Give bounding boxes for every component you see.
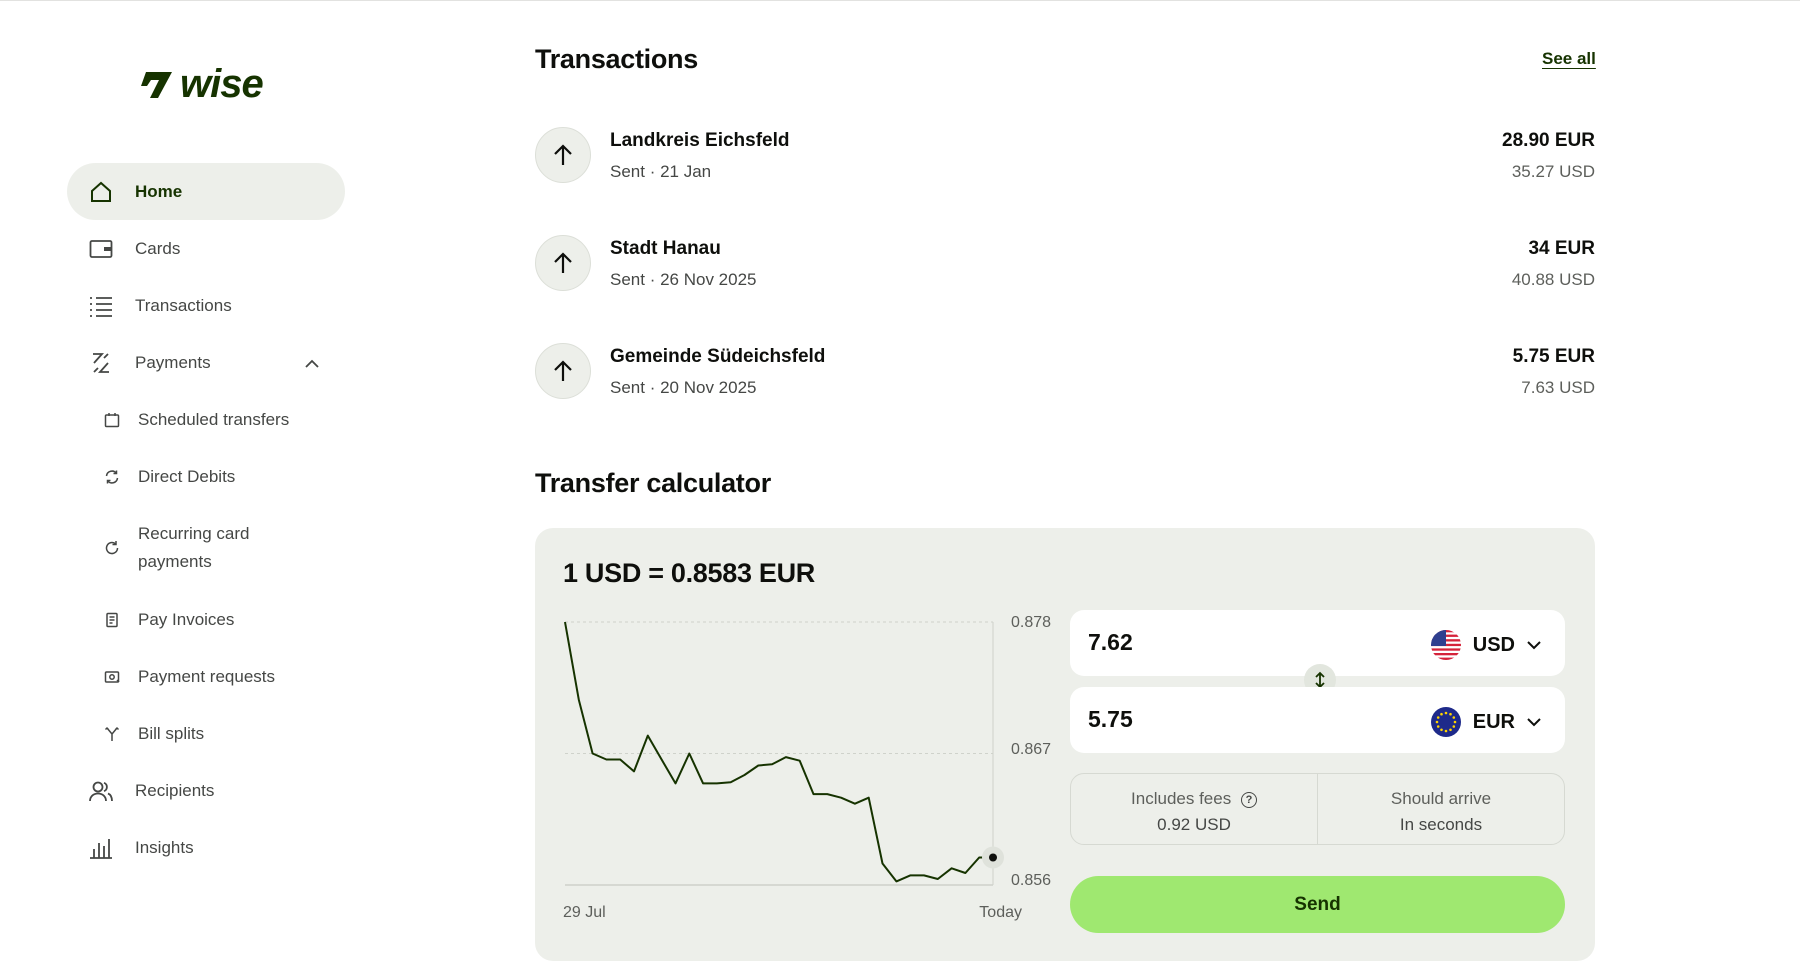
sidebar-item-label: Home — [135, 181, 183, 201]
send-currency-code: USD — [1472, 633, 1515, 656]
arrival-label: Should arrive — [1390, 789, 1492, 808]
transaction-row[interactable]: Landkreis Eichsfeld Sent · 21 Jan 28.90 … — [535, 127, 1595, 235]
fees-info: Includes fees ? 0.92 USD — [1071, 774, 1317, 844]
sidebar-item-label: Transactions — [135, 295, 232, 315]
sidebar-item-insights[interactable]: Insights — [67, 819, 345, 876]
wise-logo[interactable]: wise — [140, 62, 264, 107]
eu-flag-icon — [1430, 707, 1461, 737]
chevron-down-icon — [1527, 717, 1541, 726]
payments-icon — [87, 351, 115, 375]
insights-icon — [87, 837, 115, 859]
card-icon — [87, 239, 115, 259]
sidebar-item-direct-debits[interactable]: Direct Debits — [67, 448, 345, 505]
chart-y-tick: 0.856 — [1011, 872, 1052, 889]
request-icon — [102, 669, 122, 685]
wise-wordmark: wise — [180, 62, 264, 106]
sidebar-item-label: Bill splits — [138, 723, 205, 743]
send-amount-value[interactable]: 7.62 — [1088, 629, 1133, 656]
sidebar-item-home[interactable]: Home — [67, 163, 345, 220]
split-icon — [102, 726, 122, 742]
chart-series-line — [564, 621, 993, 883]
chevron-down-icon — [1527, 640, 1541, 649]
transaction-amount-converted: 35.27 USD — [1511, 162, 1595, 181]
sidebar-item-recipients[interactable]: Recipients — [67, 762, 345, 819]
transaction-amount: 5.75 EUR — [1512, 346, 1595, 367]
sidebar-item-payment-requests[interactable]: Payment requests — [67, 648, 345, 705]
us-flag-icon — [1430, 630, 1461, 660]
send-button[interactable]: Send — [1070, 876, 1565, 933]
transaction-name: Gemeinde Südeichsfeld — [610, 346, 826, 367]
chart-current-point — [989, 853, 997, 862]
sidebar-nav: Home Cards Transactions Payments Schedul… — [67, 163, 345, 876]
sidebar-item-label: Cards — [135, 238, 181, 258]
recipients-icon — [87, 780, 115, 802]
rate-chart — [564, 621, 1004, 886]
sidebar-item-pay-invoices[interactable]: Pay Invoices — [67, 591, 345, 648]
wise-flag-icon — [141, 71, 172, 98]
sidebar-item-recurring-card-payments[interactable]: Recurring card payments — [67, 505, 345, 591]
transactions-title: Transactions — [535, 44, 698, 74]
refresh-icon — [102, 469, 122, 485]
top-border — [0, 0, 1800, 1]
chart-y-tick: 0.878 — [1011, 614, 1052, 631]
arrow-up-icon — [535, 235, 591, 291]
transaction-amount: 34 EUR — [1528, 238, 1595, 259]
sidebar-item-label: Payment requests — [138, 666, 276, 686]
transaction-row[interactable]: Stadt Hanau Sent · 26 Nov 2025 34 EUR 40… — [535, 235, 1595, 343]
receive-currency-code: EUR — [1472, 710, 1515, 733]
arrow-up-icon — [535, 343, 591, 399]
list-icon — [87, 295, 115, 317]
arrival-info: Should arrive In seconds — [1317, 774, 1564, 844]
see-all-link[interactable]: See all — [1542, 49, 1596, 69]
receive-amount-field[interactable]: 5.75 EUR — [1070, 687, 1565, 753]
sidebar-item-bill-splits[interactable]: Bill splits — [67, 705, 345, 762]
arrival-value: In seconds — [1399, 815, 1483, 834]
send-currency-select[interactable]: USD — [1430, 630, 1541, 660]
receive-currency-select[interactable]: EUR — [1430, 707, 1541, 737]
sidebar-item-payments[interactable]: Payments — [67, 334, 345, 391]
arrow-up-icon — [535, 127, 591, 183]
sidebar-item-label: Direct Debits — [138, 466, 236, 486]
fees-value: 0.92 USD — [1157, 815, 1231, 834]
transaction-amount-converted: 40.88 USD — [1511, 270, 1595, 289]
sidebar-item-label: Scheduled transfers — [138, 409, 290, 429]
transaction-row[interactable]: Gemeinde Südeichsfeld Sent · 20 Nov 2025… — [535, 343, 1595, 451]
sidebar-item-label: Insights — [135, 837, 194, 857]
sidebar-item-label: Recipients — [135, 780, 215, 800]
chevron-up-icon[interactable] — [305, 353, 319, 373]
sidebar-item-transactions[interactable]: Transactions — [67, 277, 345, 334]
transaction-name: Stadt Hanau — [610, 238, 721, 259]
chart-y-tick: 0.867 — [1011, 741, 1052, 758]
receive-amount-value[interactable]: 5.75 — [1088, 706, 1133, 733]
transaction-list: Landkreis Eichsfeld Sent · 21 Jan 28.90 … — [535, 127, 1595, 451]
sidebar-item-cards[interactable]: Cards — [67, 220, 345, 277]
transfer-calculator: 1 USD = 0.8583 EUR 29 Jul Today 0.878 0.… — [535, 528, 1595, 961]
recurring-icon — [102, 540, 122, 556]
transaction-subtitle: Sent · 26 Nov 2025 — [610, 270, 757, 289]
sidebar-item-label: Recurring card payments — [138, 524, 250, 571]
transaction-subtitle: Sent · 21 Jan — [610, 162, 712, 181]
fees-label: Includes fees — [1131, 789, 1232, 808]
calculator-title: Transfer calculator — [535, 468, 771, 498]
transaction-name: Landkreis Eichsfeld — [610, 130, 790, 151]
chart-x-start-label: 29 Jul — [563, 904, 606, 921]
home-icon — [87, 180, 115, 204]
sidebar-item-label: Pay Invoices — [138, 609, 235, 629]
sidebar-item-label: Payments — [135, 352, 211, 372]
help-icon[interactable]: ? — [1240, 792, 1257, 808]
sidebar-item-scheduled-transfers[interactable]: Scheduled transfers — [67, 391, 345, 448]
transfer-info: Includes fees ? 0.92 USD Should arrive I… — [1070, 773, 1565, 845]
transaction-amount: 28.90 EUR — [1502, 130, 1595, 151]
chart-x-end-label: Today — [979, 904, 1022, 921]
transaction-subtitle: Sent · 20 Nov 2025 — [610, 378, 757, 397]
calendar-icon — [102, 412, 122, 428]
invoice-icon — [102, 612, 122, 628]
transaction-amount-converted: 7.63 USD — [1521, 378, 1595, 397]
